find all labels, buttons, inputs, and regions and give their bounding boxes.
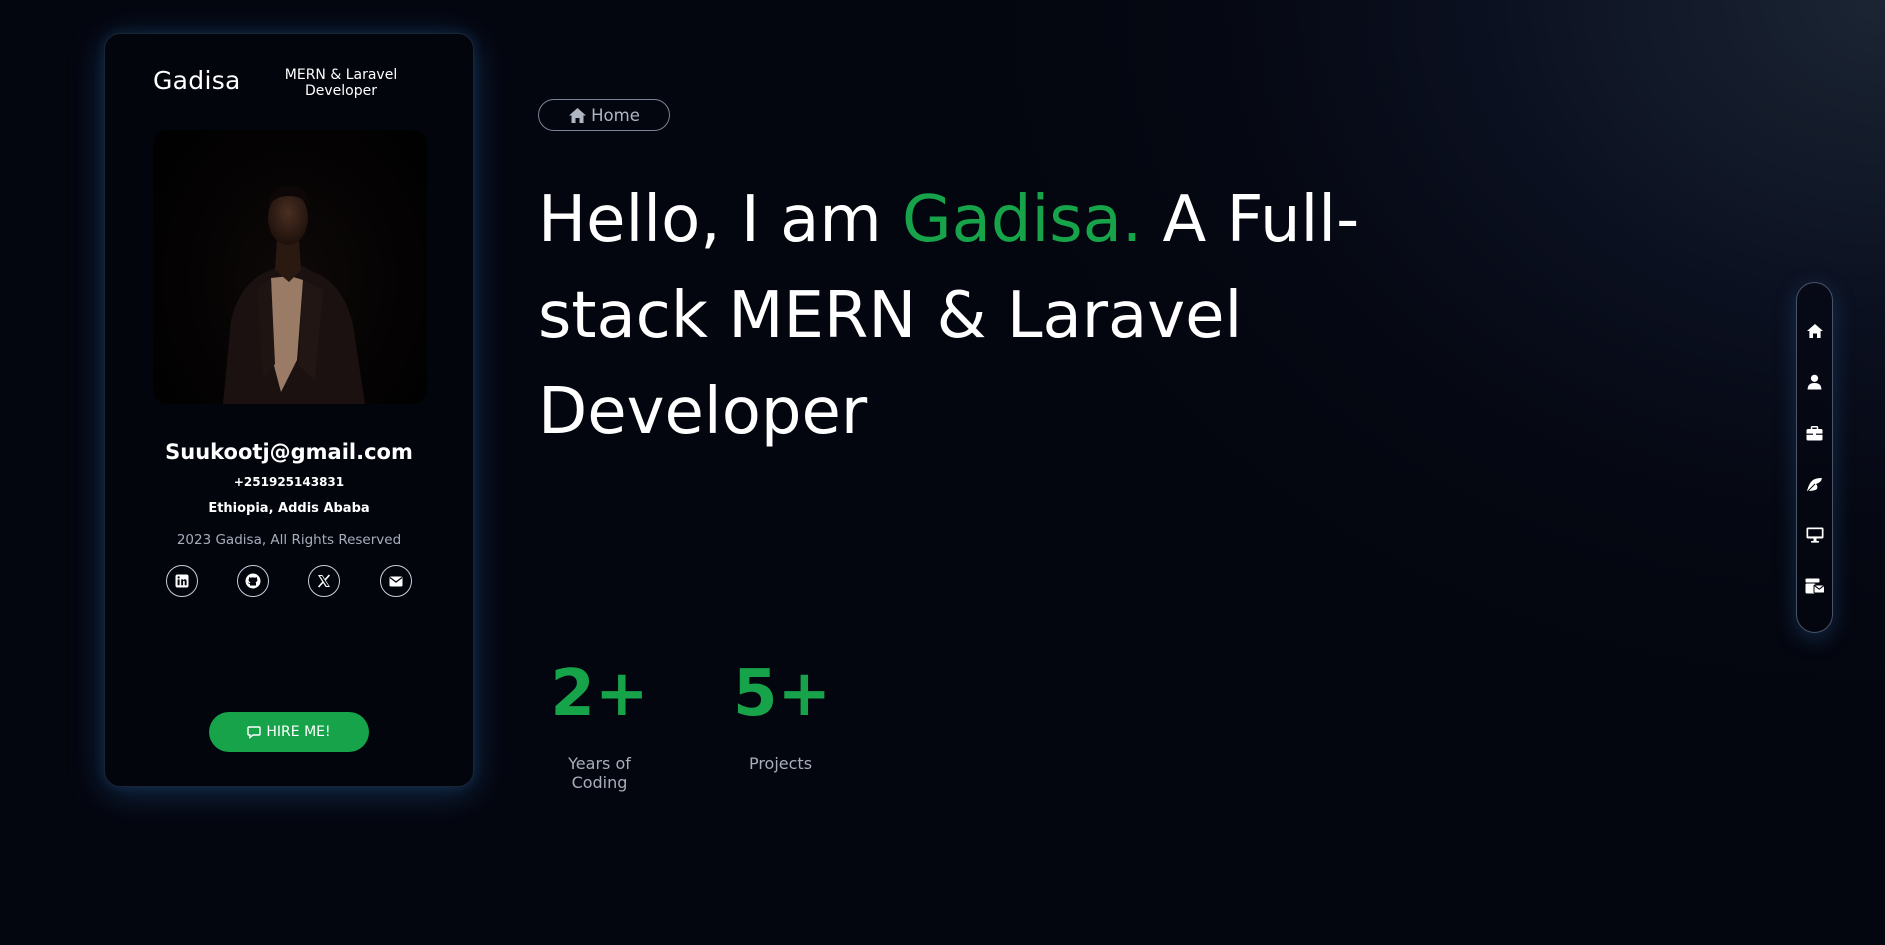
github-icon	[245, 573, 261, 589]
home-badge: Home	[538, 99, 670, 131]
nav-home[interactable]	[1797, 313, 1832, 349]
copyright-text: 2023 Gadisa, All Rights Reserved	[176, 532, 402, 548]
home-icon	[569, 107, 587, 123]
profile-location: Ethiopia, Addis Ababa	[208, 501, 370, 516]
stat-years-label: Years of Coding	[568, 754, 631, 792]
profile-email[interactable]: Suukootj@gmail.com	[105, 440, 473, 464]
desktop-icon	[1806, 527, 1823, 543]
home-badge-label: Home	[591, 105, 640, 125]
linkedin-icon	[175, 574, 189, 588]
profile-name: Gadisa	[153, 66, 241, 95]
headline-intro: Hello, I am	[538, 183, 882, 257]
profile-card: Gadisa MERN & Laravel Developer Suukootj…	[104, 33, 474, 787]
profile-role: MERN & Laravel Developer	[284, 67, 398, 99]
hire-me-label: HIRE ME!	[266, 724, 331, 740]
x-twitter-icon	[317, 574, 331, 588]
hero-headline: Hello, I am Gadisa. A Full-stack MERN & …	[538, 172, 1438, 460]
nav-services[interactable]	[1797, 415, 1832, 451]
github-link[interactable]	[237, 565, 269, 597]
user-icon	[1807, 374, 1822, 390]
briefcase-icon	[1806, 425, 1823, 440]
nav-contact[interactable]	[1797, 568, 1832, 604]
contact-icon	[1805, 578, 1825, 594]
nav-portfolio[interactable]	[1797, 517, 1832, 553]
side-nav	[1796, 282, 1833, 633]
email-link[interactable]	[380, 565, 412, 597]
chat-icon	[247, 725, 262, 739]
nav-about[interactable]	[1797, 364, 1832, 400]
linkedin-link[interactable]	[166, 565, 198, 597]
stat-projects-value: 5+	[733, 657, 832, 731]
blog-icon	[1807, 477, 1822, 491]
profile-phone: +251925143831	[233, 475, 345, 489]
envelope-icon	[389, 576, 403, 586]
x-twitter-link[interactable]	[308, 565, 340, 597]
nav-blog[interactable]	[1797, 466, 1832, 502]
hire-me-button[interactable]: HIRE ME!	[209, 712, 369, 752]
home-icon	[1806, 324, 1823, 338]
stat-projects-label: Projects	[748, 754, 813, 773]
headline-name: Gadisa.	[902, 183, 1143, 257]
profile-photo	[153, 130, 427, 404]
stat-years-value: 2+	[550, 657, 649, 731]
